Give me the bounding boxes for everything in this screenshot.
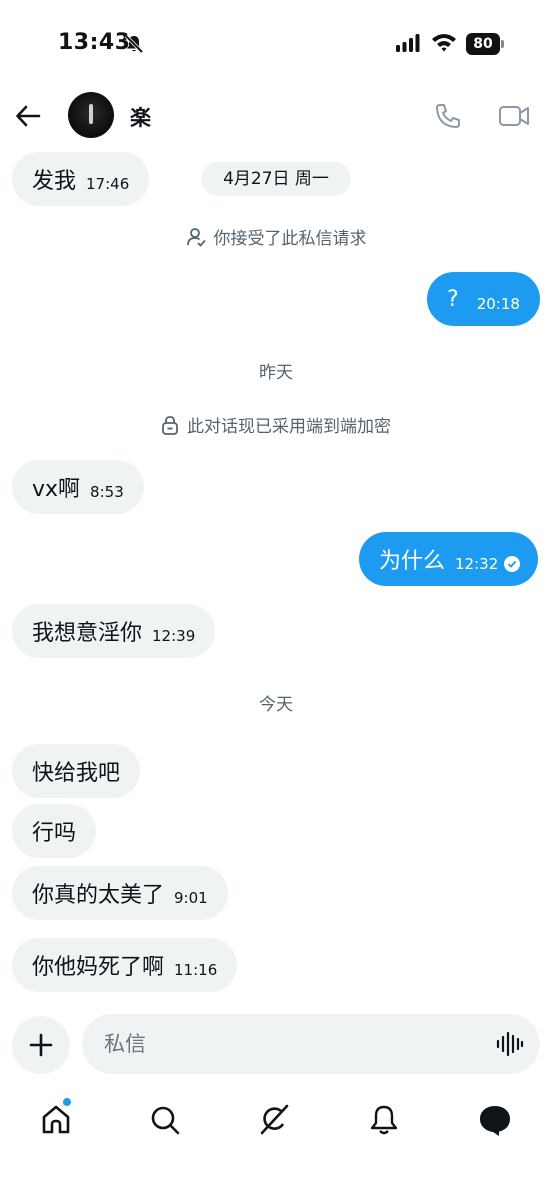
message-bubble-outgoing[interactable]: 为什么 12:32 (359, 532, 539, 586)
message-time: 17:46 (86, 175, 130, 193)
back-arrow-icon[interactable] (14, 102, 42, 130)
message-bubble-incoming[interactable]: 发我 17:46 (12, 152, 150, 206)
wifi-icon (432, 34, 456, 52)
message-time: 20:18 (476, 295, 520, 313)
video-call-icon[interactable] (498, 102, 530, 130)
message-bubble-incoming[interactable]: 你他妈死了啊 11:16 (12, 938, 238, 992)
phone-icon[interactable] (434, 102, 462, 130)
status-time: 13:43 (58, 30, 131, 55)
date-pill: 4月27日 周一 (201, 162, 351, 196)
message-time: 11:16 (174, 961, 218, 979)
grok-icon[interactable] (256, 1102, 292, 1138)
message-composer (82, 1014, 540, 1074)
message-time: 9:01 (174, 889, 208, 907)
message-bubble-incoming[interactable]: vx啊 8:53 (12, 460, 144, 514)
message-bubble-incoming[interactable]: 快给我吧 (12, 744, 141, 798)
status-bar: 13:43 80 (0, 0, 552, 90)
bell-off-icon (124, 34, 144, 54)
search-icon[interactable] (147, 1102, 183, 1138)
plus-icon (29, 1033, 53, 1057)
day-separator-today: 今天 (259, 695, 293, 715)
voice-message-icon[interactable] (496, 1031, 524, 1057)
lock-icon (162, 415, 178, 435)
battery-level: 80 (466, 33, 500, 55)
messages-icon[interactable] (477, 1102, 513, 1138)
system-note-encrypted: 此对话现已采用端到端加密 (0, 412, 552, 437)
notifications-icon[interactable] (366, 1102, 402, 1138)
message-time: 8:53 (90, 483, 124, 501)
day-separator-yesterday: 昨天 (259, 363, 293, 383)
system-note-accepted: 你接受了此私信请求 (0, 224, 552, 249)
person-check-icon (186, 227, 206, 247)
home-notification-dot (62, 1097, 72, 1107)
message-time: 12:39 (152, 627, 196, 645)
message-input[interactable] (104, 1014, 484, 1074)
home-icon[interactable] (38, 1102, 74, 1138)
battery-icon: 80 (466, 33, 504, 55)
message-bubble-incoming[interactable]: 我想意淫你 12:39 (12, 604, 216, 658)
signal-icon (396, 34, 420, 52)
message-bubble-incoming[interactable]: 你真的太美了 9:01 (12, 866, 228, 920)
message-time: 12:32 (455, 555, 499, 573)
bottom-nav (0, 1090, 552, 1150)
read-receipt-icon (504, 556, 521, 572)
message-bubble-incoming[interactable]: 行吗 (12, 804, 97, 858)
conversation-header: 楽 (0, 90, 552, 142)
message-bubble-outgoing[interactable]: ? 20:18 (427, 272, 540, 326)
avatar[interactable] (68, 92, 114, 138)
contact-name[interactable]: 楽 (130, 102, 151, 132)
add-attachment-button[interactable] (12, 1016, 70, 1074)
